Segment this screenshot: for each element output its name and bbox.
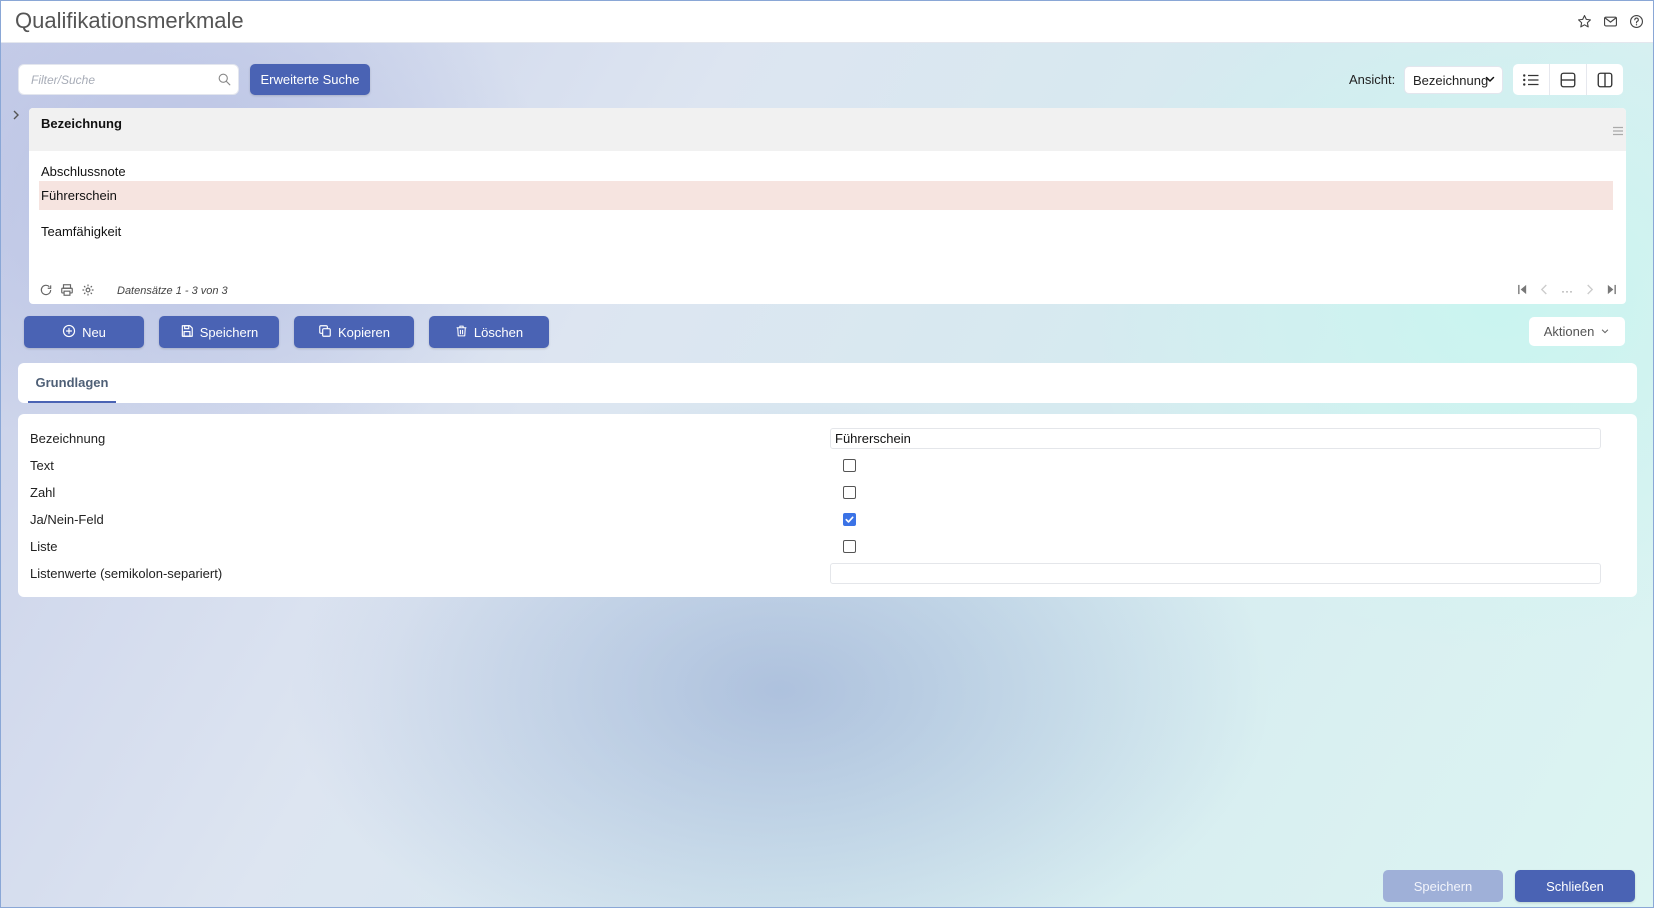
search-input[interactable] [19,65,209,94]
zahl-label: Zahl [30,485,56,500]
copy-icon [318,324,332,341]
check-icon [845,516,854,523]
detail-form: Bezeichnung Text Zahl Ja/Nein-Feld Liste… [18,414,1637,597]
save-button-label: Speichern [199,324,259,340]
star-icon[interactable] [1575,12,1593,30]
bezeichnung-label: Bezeichnung [30,431,106,446]
grid-footer: Datensätze 1 - 3 von 3 ··· [39,283,1617,299]
chevron-right-icon[interactable] [11,109,21,124]
save-icon [180,324,194,341]
text-checkbox[interactable] [843,459,856,472]
cell-bezeichnung: Teamfähigkeit [41,224,122,239]
new-button-label: Neu [82,324,106,340]
page-ellipsis: ··· [1561,283,1573,298]
refresh-icon[interactable] [39,283,53,300]
table-row-selected[interactable]: Führerschein [39,181,1613,210]
advanced-search-label: Erweiterte Suche [260,72,360,87]
gear-icon[interactable] [81,283,95,300]
tab-grundlagen[interactable]: Grundlagen [28,363,116,403]
new-button[interactable]: Neu [24,316,144,348]
prev-page-icon[interactable] [1540,283,1549,298]
ja-nein-label: Ja/Nein-Feld [30,512,104,527]
header-icons [1575,12,1645,30]
plus-circle-icon [62,324,76,341]
ja-nein-checkbox[interactable] [843,513,856,526]
search-box [18,64,239,95]
actions-dropdown[interactable]: Aktionen [1529,317,1625,346]
cell-bezeichnung: Führerschein [41,188,117,203]
list-view-icon[interactable] [1513,64,1550,95]
trash-icon [455,324,468,341]
data-grid: Bezeichnung Abschlussnote Führerschein T… [29,108,1626,304]
table-row[interactable]: Teamfähigkeit [39,217,1613,246]
top-bar: Qualifikationsmerkmale [1,1,1653,43]
grid-header: Bezeichnung [29,108,1626,151]
listenwerte-label: Listenwerte (semikolon-separiert) [30,566,223,581]
column-menu-icon[interactable] [1612,124,1624,139]
chevron-down-icon [1484,73,1496,88]
view-select-value: Bezeichnung [1413,72,1489,88]
column-header-bezeichnung[interactable]: Bezeichnung [41,116,122,131]
save-button[interactable]: Speichern [159,316,279,348]
records-count: Datensätze 1 - 3 von 3 [117,285,228,297]
delete-button[interactable]: Löschen [429,316,549,348]
print-icon[interactable] [60,283,74,300]
split-vertical-icon[interactable] [1587,64,1623,95]
text-label: Text [30,458,54,473]
footer-save-label: Speichern [1413,878,1473,894]
chevron-down-icon [1600,324,1610,339]
view-label: Ansicht: [1349,72,1396,87]
last-page-icon[interactable] [1606,283,1617,298]
close-button[interactable]: Schließen [1515,870,1635,902]
view-mode-switch [1513,64,1623,95]
tab-bar: Grundlagen [18,363,1637,403]
footer-save-button[interactable]: Speichern [1383,870,1503,902]
split-horizontal-icon[interactable] [1550,64,1587,95]
copy-button-label: Kopieren [337,324,391,340]
next-page-icon[interactable] [1585,283,1594,298]
liste-checkbox[interactable] [843,540,856,553]
delete-button-label: Löschen [473,324,524,340]
zahl-checkbox[interactable] [843,486,856,499]
help-icon[interactable] [1627,12,1645,30]
bezeichnung-field[interactable] [830,428,1601,449]
mail-icon[interactable] [1601,12,1619,30]
listenwerte-field[interactable] [830,563,1601,584]
advanced-search-button[interactable]: Erweiterte Suche [250,64,370,95]
view-select[interactable]: Bezeichnung [1404,66,1503,94]
copy-button[interactable]: Kopieren [294,316,414,348]
first-page-icon[interactable] [1517,283,1528,298]
liste-label: Liste [30,539,58,554]
close-button-label: Schließen [1546,878,1604,894]
actions-dropdown-label: Aktionen [1543,324,1595,339]
pagination: ··· [1517,283,1617,298]
cell-bezeichnung: Abschlussnote [41,164,126,179]
page-title: Qualifikationsmerkmale [15,8,244,33]
search-icon[interactable] [217,72,232,90]
